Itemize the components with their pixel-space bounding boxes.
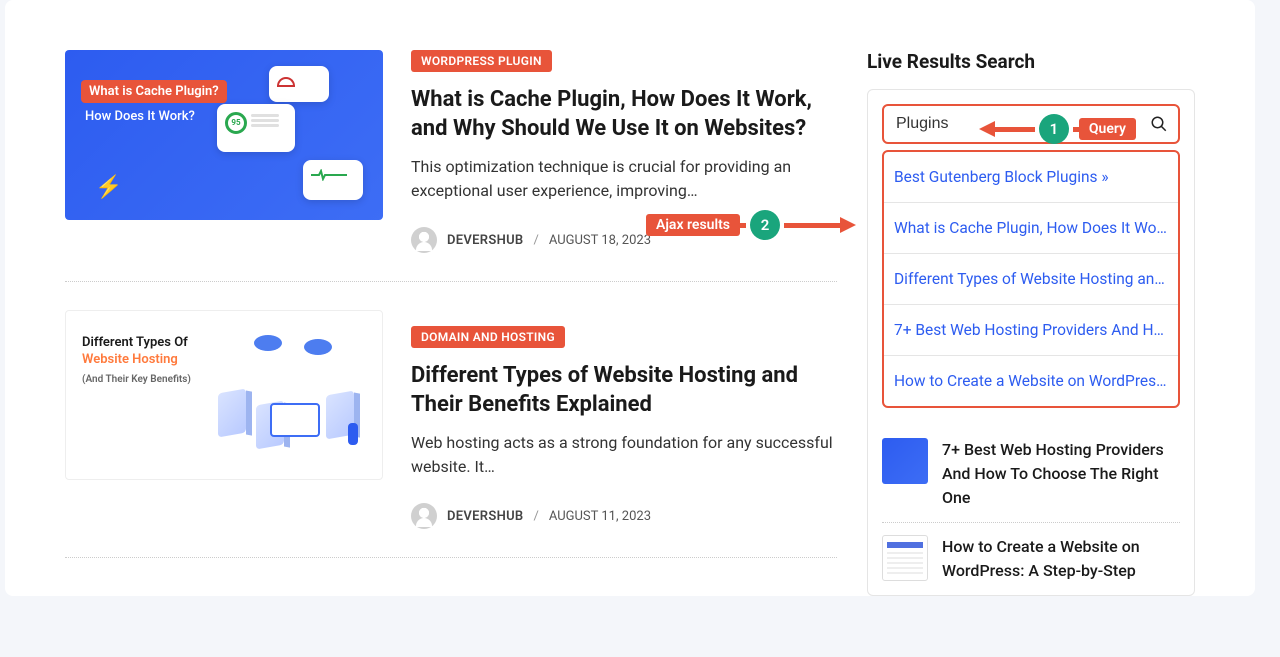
avatar-icon xyxy=(411,503,437,529)
post-item: Different Types Of Website Hosting (And … xyxy=(65,310,837,558)
thumb-widget: 95 xyxy=(217,104,295,152)
main-content: What is Cache Plugin? How Does It Work? … xyxy=(65,50,837,596)
post-author[interactable]: DEVERSHUB xyxy=(447,509,523,524)
thumb-widget xyxy=(303,160,363,200)
search-result-item[interactable]: Best Gutenberg Block Plugins » xyxy=(884,152,1178,203)
post-date: AUGUST 11, 2023 xyxy=(549,509,651,524)
search-results: Best Gutenberg Block Plugins » What is C… xyxy=(882,150,1180,408)
recent-title: 7+ Best Web Hosting Providers And How To… xyxy=(942,438,1180,510)
thumb-overlay-title: Different Types Of Website Hosting (And … xyxy=(82,335,222,386)
separator: / xyxy=(533,233,538,248)
post-meta: DEVERSHUB / AUGUST 18, 2023 xyxy=(411,227,837,253)
thumb-overlay-title: What is Cache Plugin? xyxy=(81,80,227,103)
post-author[interactable]: DEVERSHUB xyxy=(447,233,523,248)
recent-item[interactable]: How to Create a Website on WordPress: A … xyxy=(882,523,1180,595)
search-icon[interactable] xyxy=(1150,115,1168,133)
category-badge[interactable]: WORDPRESS PLUGIN xyxy=(411,50,552,72)
recent-item[interactable]: 7+ Best Web Hosting Providers And How To… xyxy=(882,426,1180,523)
category-badge[interactable]: DOMAIN AND HOSTING xyxy=(411,326,565,348)
search-result-item[interactable]: What is Cache Plugin, How Does It Work, … xyxy=(884,203,1178,254)
post-excerpt: This optimization technique is crucial f… xyxy=(411,155,837,203)
thumb-widget xyxy=(269,66,329,102)
search-result-item[interactable]: 7+ Best Web Hosting Providers And How To… xyxy=(884,305,1178,356)
post-thumbnail[interactable]: Different Types Of Website Hosting (And … xyxy=(65,310,383,480)
avatar-icon xyxy=(411,227,437,253)
post-date: AUGUST 18, 2023 xyxy=(549,233,651,248)
post-title[interactable]: What is Cache Plugin, How Does It Work, … xyxy=(411,86,837,143)
recent-thumb xyxy=(882,535,928,581)
sidebar-heading: Live Results Search xyxy=(867,50,1195,73)
post-thumbnail[interactable]: What is Cache Plugin? How Does It Work? … xyxy=(65,50,383,220)
recent-thumb xyxy=(882,438,928,484)
post-title[interactable]: Different Types of Website Hosting and T… xyxy=(411,362,837,419)
thumb-illustration xyxy=(214,335,364,455)
search-input[interactable] xyxy=(896,115,1150,133)
sidebar: Live Results Search 1 Query Ajax results… xyxy=(867,50,1195,596)
post-item: What is Cache Plugin? How Does It Work? … xyxy=(65,50,837,282)
recent-title: How to Create a Website on WordPress: A … xyxy=(942,535,1180,583)
bolt-icon: ⚡ xyxy=(95,175,122,200)
live-search-widget: 1 Query Ajax results 2 Best Gutenberg Bl… xyxy=(867,89,1195,596)
post-excerpt: Web hosting acts as a strong foundation … xyxy=(411,431,837,479)
separator: / xyxy=(533,509,538,524)
search-result-item[interactable]: How to Create a Website on WordPress: A … xyxy=(884,356,1178,406)
post-meta: DEVERSHUB / AUGUST 11, 2023 xyxy=(411,503,837,529)
recent-posts: 7+ Best Web Hosting Providers And How To… xyxy=(882,426,1180,595)
search-result-item[interactable]: Different Types of Website Hosting and T… xyxy=(884,254,1178,305)
search-wrapper: 1 Query xyxy=(882,104,1180,144)
